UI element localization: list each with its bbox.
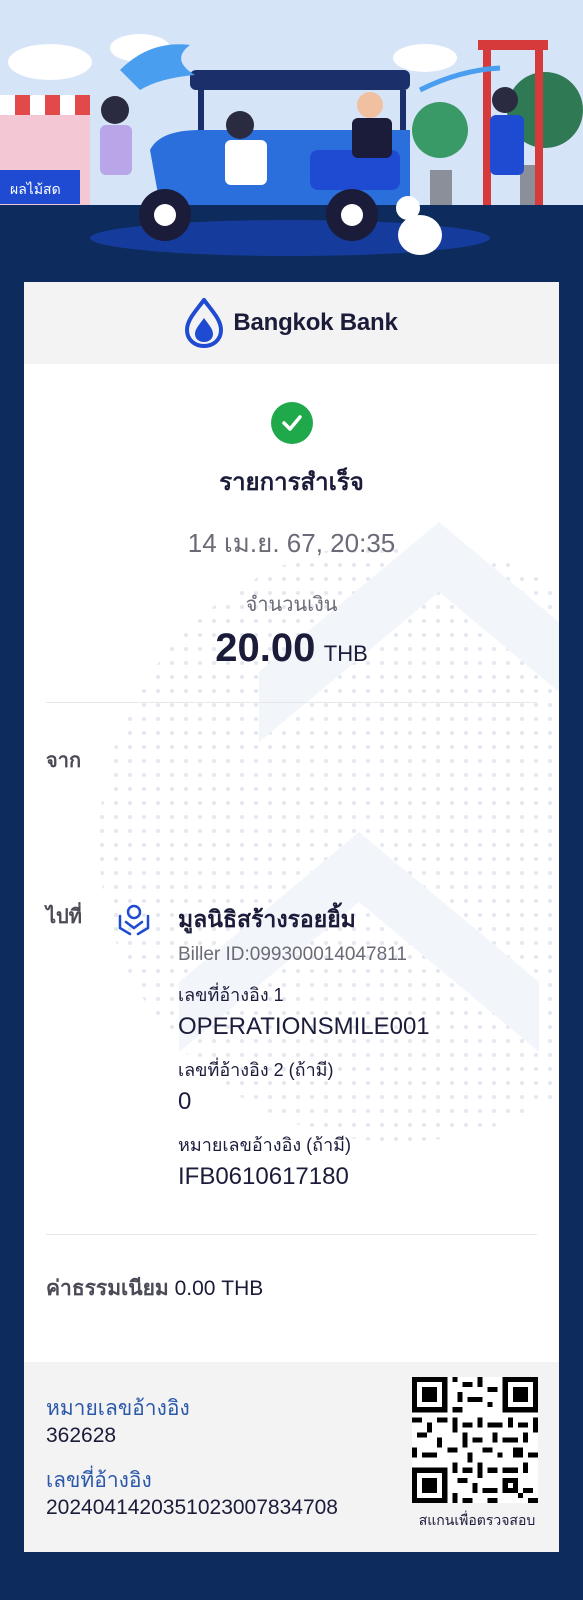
reference-no-label: หมายเลขอ้างอิง	[46, 1397, 190, 1420]
reference-1-label: เลขที่อ้างอิง 1	[178, 985, 284, 1005]
from-label: จาก	[46, 750, 82, 772]
fee-value: 0.00 THB	[174, 1277, 264, 1300]
amount-currency: THB	[323, 641, 368, 666]
qr-code[interactable]	[412, 1377, 538, 1503]
recipient-details: มูลนิธิสร้างรอยยิ้ม Biller ID:0993000140…	[118, 902, 538, 1191]
biller-id: Biller ID:099300014047811	[178, 944, 407, 965]
amount-row: 20.00 THB	[24, 626, 559, 671]
transaction-ref-value: 202404142035102300783470​8	[46, 1496, 338, 1519]
reference-2-label: เลขที่อ้างอิง 2 (ถ้ามี)	[178, 1060, 334, 1080]
reference-2-value: 0	[178, 1088, 192, 1115]
receipt-footer: หมายเลขอ้างอิง 362628 เลขที่อ้างอิง 2024…	[24, 1362, 559, 1552]
status-title: รายการสำเร็จ	[219, 469, 364, 496]
recipient-name: มูลนิธิสร้างรอยยิ้ม	[178, 906, 356, 932]
check-circle-icon	[270, 402, 313, 444]
shop-sign-text: ผลไม้สด	[10, 181, 61, 198]
transaction-datetime: 14 เม.ย. 67, 20:35	[187, 528, 396, 558]
receipt-header: Bangkok Bank	[24, 282, 559, 364]
qr-caption: สแกนเพื่อตรวจสอบ	[418, 1512, 536, 1528]
amount-value: 20.00	[215, 626, 316, 670]
to-label: ไปที่	[46, 906, 82, 928]
fee-row: ค่าธรรมเนียม 0.00 THB	[46, 1272, 263, 1305]
reference-number-label: หมายเลขอ้างอิง (ถ้ามี)	[178, 1135, 352, 1155]
divider	[46, 1234, 537, 1235]
reference-no-value: 362628	[46, 1424, 117, 1447]
success-section: รายการสำเร็จ 14 เม.ย. 67, 20:35 จำนวนเงิ…	[24, 402, 559, 671]
charity-hands-icon	[118, 904, 150, 936]
transaction-receipt: Bangkok Bank รายการสำเร็จ 14 เม.ย. 67, 2…	[24, 282, 559, 1552]
songkran-banner: ผลไม้สด	[0, 0, 583, 282]
reference-1-value: OPERATIONSMILE001	[178, 1013, 430, 1040]
reference-number-value: IFB0610617180	[178, 1163, 349, 1190]
bangkok-bank-logo-icon	[185, 298, 224, 348]
divider	[46, 702, 537, 703]
transaction-ref-label: เลขที่อ้างอิง	[46, 1469, 152, 1492]
amount-label: จำนวนเงิน	[245, 594, 338, 616]
fee-label: ค่าธรรมเนียม	[46, 1277, 169, 1300]
bank-name: Bangkok Bank	[233, 309, 398, 336]
